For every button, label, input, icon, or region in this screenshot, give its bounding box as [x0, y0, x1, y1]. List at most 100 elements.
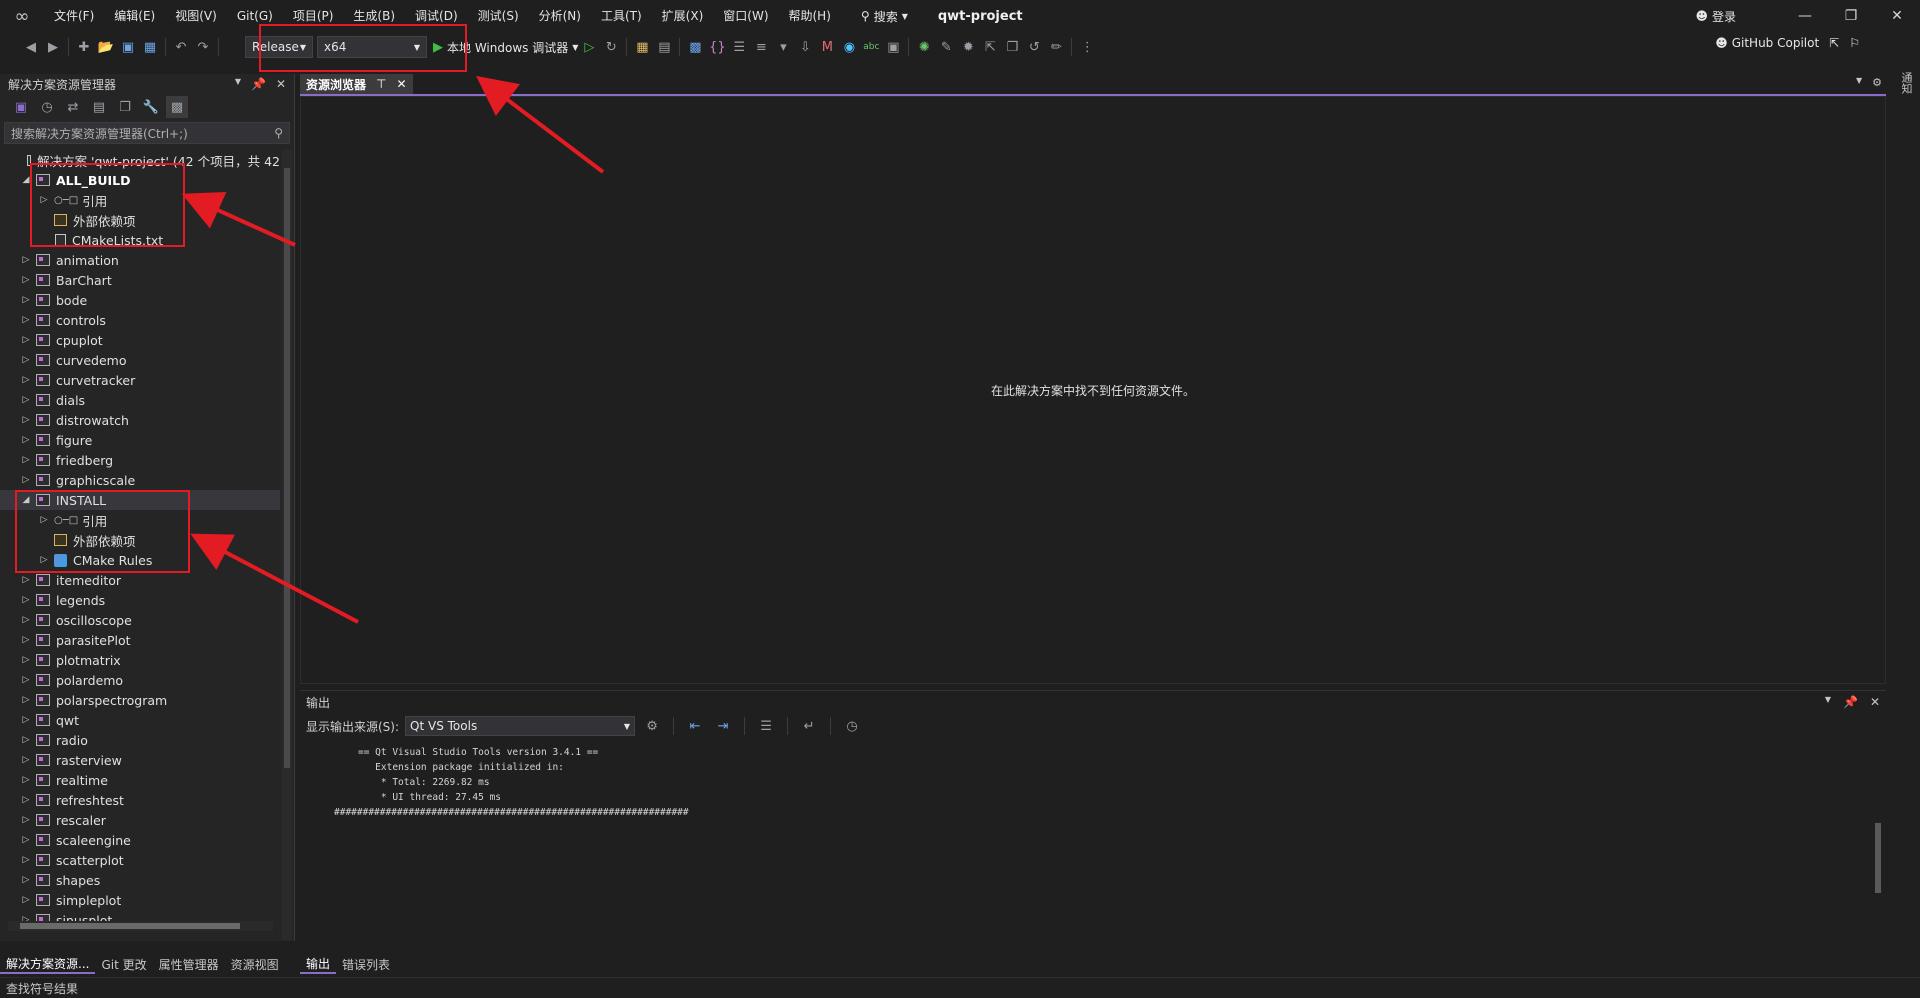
undo-icon[interactable]: ↶ — [170, 36, 192, 58]
clock-icon[interactable]: ◷ — [841, 715, 863, 737]
menu-debug[interactable]: 调试(D) — [405, 0, 468, 32]
tree-child-item[interactable]: CMakeLists.txt — [0, 230, 280, 250]
login-button[interactable]: ☻ 登录 — [1695, 8, 1736, 25]
collapse-all-icon[interactable]: ▤ — [88, 96, 110, 118]
scrollbar-thumb[interactable] — [20, 923, 240, 929]
forward-icon[interactable]: ▶ — [42, 36, 64, 58]
collapsed-arrow-icon[interactable]: ▷ — [20, 815, 32, 825]
tree-project-item[interactable]: ▷ distrowatch — [0, 410, 280, 430]
chevron-down-icon[interactable]: ▼ — [235, 77, 241, 91]
tab-property-manager[interactable]: 属性管理器 — [153, 956, 225, 973]
menu-help[interactable]: 帮助(H) — [779, 0, 841, 32]
solution-configuration-dropdown[interactable]: Release ▼ — [245, 36, 313, 58]
output-source-dropdown[interactable]: Qt VS Tools ▼ — [405, 716, 636, 736]
menu-analyze[interactable]: 分析(N) — [529, 0, 591, 32]
tree-project-item[interactable]: ▷ cpuplot — [0, 330, 280, 350]
tree-project-item[interactable]: ▷ plotmatrix — [0, 650, 280, 670]
pin-icon[interactable]: 📌 — [1843, 695, 1858, 709]
horizontal-scrollbar[interactable] — [308, 932, 1868, 942]
clear-all-icon[interactable]: ☰ — [755, 715, 777, 737]
collapsed-arrow-icon[interactable]: ▷ — [20, 435, 32, 445]
tab-resource-explorer[interactable]: 资源浏览器 ⊤ ✕ — [300, 74, 413, 94]
tree-project-item[interactable]: ◢ INSTALL — [0, 490, 280, 510]
sync-icon[interactable]: ⇄ — [62, 96, 84, 118]
collapsed-arrow-icon[interactable]: ▷ — [20, 735, 32, 745]
tree-project-item[interactable]: ▷ curvetracker — [0, 370, 280, 390]
qt-toggle-icon[interactable]: ▩ — [684, 36, 706, 58]
collapsed-arrow-icon[interactable]: ▷ — [20, 635, 32, 645]
tree-child-item[interactable]: 外部依赖项 — [0, 530, 280, 550]
collapsed-arrow-icon[interactable]: ▷ — [38, 195, 50, 205]
save-icon[interactable]: ▣ — [117, 36, 139, 58]
tree-project-item[interactable]: ▷ curvedemo — [0, 350, 280, 370]
collapsed-arrow-icon[interactable]: ▷ — [20, 575, 32, 585]
collapsed-arrow-icon[interactable]: ▷ — [20, 775, 32, 785]
collapsed-arrow-icon[interactable]: ▷ — [20, 395, 32, 405]
solution-search-input[interactable]: 搜索解决方案资源管理器(Ctrl+;) ⚲ — [4, 122, 290, 144]
indent-icon[interactable]: ≡ — [750, 36, 772, 58]
collapsed-arrow-icon[interactable]: ▷ — [20, 595, 32, 605]
tab-error-list[interactable]: 错误列表 — [336, 956, 396, 973]
search-button[interactable]: ⚲ 搜索 ▼ — [861, 8, 908, 25]
collapsed-arrow-icon[interactable]: ▷ — [20, 615, 32, 625]
tree-project-item[interactable]: ▷ oscilloscope — [0, 610, 280, 630]
solution-explorer-icon[interactable]: ▦ — [631, 36, 653, 58]
solution-platform-dropdown[interactable]: x64 ▼ — [317, 36, 427, 58]
tree-project-item[interactable]: ▷ simpleplot — [0, 890, 280, 910]
tree-project-item[interactable]: ▷ legends — [0, 590, 280, 610]
tree-child-item[interactable]: ▷ ○─□ 引用 — [0, 510, 280, 530]
filter-icon[interactable]: ▾ — [772, 36, 794, 58]
image-icon[interactable]: ▣ — [882, 36, 904, 58]
collapsed-arrow-icon[interactable]: ▷ — [20, 315, 32, 325]
menu-build[interactable]: 生成(B) — [343, 0, 405, 32]
horizontal-scrollbar[interactable] — [8, 921, 273, 931]
next-message-icon[interactable]: ⇥ — [712, 715, 734, 737]
collapsed-arrow-icon[interactable]: ▷ — [38, 515, 50, 525]
copy-icon[interactable]: ❐ — [1001, 36, 1023, 58]
open-folder-icon[interactable]: 📂 — [95, 36, 117, 58]
pin-icon[interactable]: 📌 — [251, 77, 266, 91]
menu-file[interactable]: 文件(F) — [44, 0, 104, 32]
layout-icon[interactable]: ▤ — [653, 36, 675, 58]
hot-reload-icon[interactable]: ↻ — [600, 36, 622, 58]
back-icon[interactable]: ◀ — [20, 36, 42, 58]
gear-icon[interactable]: ⚙ — [1872, 76, 1882, 89]
notifications-tab[interactable]: 通知 — [1898, 72, 1914, 94]
visual-studio-logo-icon[interactable]: ∞ — [0, 0, 44, 32]
download-icon[interactable]: ⇩ — [794, 36, 816, 58]
tree-child-item[interactable]: 外部依赖项 — [0, 210, 280, 230]
close-icon[interactable]: ✕ — [396, 77, 406, 91]
start-debugging-button[interactable]: ▶ 本地 Windows 调试器 ▼ — [433, 39, 578, 56]
tree-project-item[interactable]: ▷ rescaler — [0, 810, 280, 830]
scrollbar-thumb[interactable] — [1875, 823, 1881, 893]
chevron-down-icon[interactable]: ▼ — [1825, 695, 1831, 709]
collapsed-arrow-icon[interactable]: ▷ — [20, 255, 32, 265]
pen-icon[interactable]: ✏ — [1045, 36, 1067, 58]
tree-project-item[interactable]: ▷ radio — [0, 730, 280, 750]
pin-icon[interactable]: ⊤ — [376, 77, 386, 91]
tree-project-item[interactable]: ▷ graphicscale — [0, 470, 280, 490]
tree-project-item[interactable]: ▷ shapes — [0, 870, 280, 890]
menu-view[interactable]: 视图(V) — [165, 0, 227, 32]
braces-icon[interactable]: {} — [706, 36, 728, 58]
collapsed-arrow-icon[interactable]: ▷ — [20, 355, 32, 365]
tree-project-item[interactable]: ▷ figure — [0, 430, 280, 450]
show-all-files-icon[interactable]: ❐ — [114, 96, 136, 118]
word-wrap-icon[interactable]: ↵ — [798, 715, 820, 737]
tab-solution-explorer[interactable]: 解决方案资源... — [0, 955, 96, 974]
collapsed-arrow-icon[interactable]: ▷ — [20, 475, 32, 485]
tree-project-item[interactable]: ▷ BarChart — [0, 270, 280, 290]
switch-views-icon[interactable]: ▣ — [10, 96, 32, 118]
new-project-icon[interactable]: ✚ — [73, 36, 95, 58]
expanded-arrow-icon[interactable]: ◢ — [20, 495, 32, 505]
expanded-arrow-icon[interactable]: ◢ — [20, 175, 32, 185]
collapsed-arrow-icon[interactable]: ▷ — [20, 715, 32, 725]
tree-project-item[interactable]: ◢ ALL_BUILD — [0, 170, 280, 190]
start-without-debugging-icon[interactable]: ▷ — [578, 36, 600, 58]
refresh-icon[interactable]: ↺ — [1023, 36, 1045, 58]
collapsed-arrow-icon[interactable]: ▷ — [20, 675, 32, 685]
abc-icon[interactable]: abc — [860, 36, 882, 58]
markdown-icon[interactable]: M — [816, 36, 838, 58]
collapsed-arrow-icon[interactable]: ▷ — [20, 855, 32, 865]
menu-git[interactable]: Git(G) — [227, 0, 283, 32]
